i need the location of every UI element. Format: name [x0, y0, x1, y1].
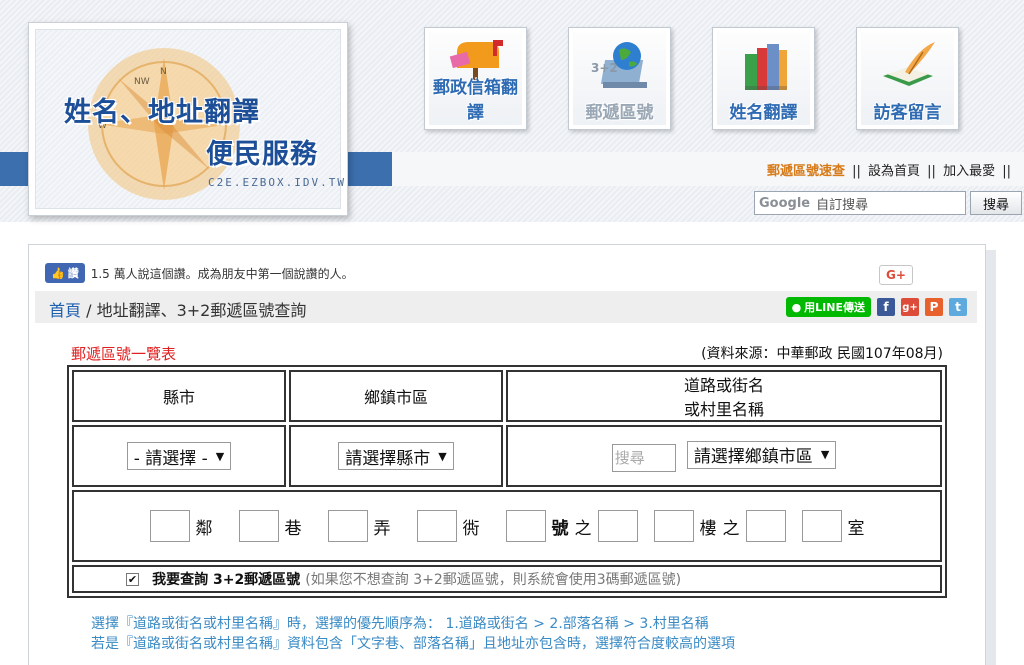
road-search-input[interactable]: 搜尋	[611, 443, 676, 472]
col-header-county: 縣市	[72, 370, 286, 422]
lin-label: 鄰	[195, 518, 213, 539]
google-plus-button[interactable]: G+	[879, 265, 913, 285]
site-logo[interactable]: NW W N 姓名、地址翻譯 便民服務 C2E.EZBOX.IDV.TW	[28, 22, 348, 216]
quill-book-icon	[883, 42, 935, 86]
number-input[interactable]	[505, 510, 546, 542]
floor-of-label: 之	[722, 518, 740, 539]
address-detail-cell: 鄰 巷 弄 衖 號 之 樓 之 室	[72, 490, 942, 562]
nav-label: 郵政信箱翻譯	[433, 78, 518, 123]
lane-input[interactable]	[238, 510, 279, 542]
room-label: 室	[847, 518, 865, 539]
books-icon	[745, 44, 787, 90]
logo-url: C2E.EZBOX.IDV.TW	[208, 176, 346, 189]
dropdown-arrow-icon: ▼	[438, 449, 447, 463]
match-note: 若是『道路或街名或村里名稱』資料包含「文字巷、部落名稱」且地址亦包含時，選擇符合…	[91, 636, 735, 652]
col-header-road: 道路或街名 或村里名稱	[506, 370, 942, 422]
line-icon: ●	[791, 300, 802, 314]
alley-label: 弄	[373, 518, 391, 539]
share-buttons: ● 用LINE傳送 f g+ P t	[785, 297, 967, 317]
col-header-town: 鄉鎮市區	[289, 370, 503, 422]
road-cell: 搜尋 請選擇鄉鎮市區 ▼	[506, 425, 942, 487]
add-favorite-link[interactable]: 加入最愛	[943, 164, 995, 179]
zip-list-title: 郵遞區號一覽表	[71, 345, 177, 363]
globe-laptop-icon: 3+2	[591, 42, 647, 88]
number-sub-input[interactable]	[597, 510, 638, 542]
priority-note: 選擇『道路或街名或村里名稱』時，選擇的優先順序為： 1.道路或街名 > 2.部落…	[91, 616, 709, 632]
number-label: 號	[551, 518, 569, 539]
facebook-share-icon[interactable]: f	[877, 298, 895, 316]
nav-zipcode[interactable]: 3+2 郵遞區號	[568, 27, 671, 130]
content-panel: 👍 讚 1.5 萬人說這個讚。成為朋友中第一個說讚的人。 G+ 首頁 / 地址翻…	[28, 244, 986, 665]
alley-input[interactable]	[327, 510, 368, 542]
top-links: 郵遞區號速查 || 設為首頁 || 加入最愛 ||	[766, 164, 1011, 179]
room-input[interactable]	[801, 510, 842, 542]
nav-label: 姓名翻譯	[729, 103, 798, 123]
nav-guestbook[interactable]: 訪客留言	[856, 27, 959, 130]
lane-label: 巷	[284, 518, 302, 539]
line-share-button[interactable]: ● 用LINE傳送	[785, 297, 871, 317]
svg-text:NW: NW	[134, 77, 150, 87]
logo-title-line1: 姓名、地址翻譯	[64, 97, 260, 128]
google-logo: Google	[759, 195, 811, 211]
town-select[interactable]: 請選擇縣市 ▼	[338, 442, 454, 470]
thumbs-up-icon: 👍	[51, 266, 65, 280]
nav-label: 訪客留言	[873, 103, 942, 123]
floor-input[interactable]	[653, 510, 694, 542]
zip32-option-cell: ✔ 我要查詢 3+2郵遞區號 (如果您不想查詢 3+2郵遞區號，則系統會使用3碼…	[72, 565, 942, 593]
svg-text:3+2: 3+2	[591, 61, 618, 75]
site-search: Google 自訂搜尋 搜尋	[754, 191, 1022, 215]
data-source: (資料來源：中華郵政 民國107年08月)	[701, 346, 943, 362]
zip32-checkbox[interactable]: ✔	[126, 573, 139, 586]
facebook-like-row: 👍 讚 1.5 萬人說這個讚。成為朋友中第一個說讚的人。	[45, 263, 354, 283]
nav-label: 郵遞區號	[585, 103, 654, 123]
county-cell: - 請選擇 - ▼	[72, 425, 286, 487]
zip-lookup-table: 縣市 鄉鎮市區 道路或街名 或村里名稱 - 請選擇 - ▼ 請選擇縣市 ▼ 搜尋…	[67, 365, 947, 598]
google-plus-share-icon[interactable]: g+	[901, 298, 919, 316]
dropdown-arrow-icon: ▼	[820, 448, 830, 461]
plurk-share-icon[interactable]: P	[925, 298, 943, 316]
sub-alley-input[interactable]	[416, 510, 457, 542]
search-input[interactable]: Google 自訂搜尋	[754, 191, 966, 215]
dropdown-arrow-icon: ▼	[215, 449, 225, 463]
zip32-note: (如果您不想查詢 3+2郵遞區號，則系統會使用3碼郵遞區號)	[305, 572, 682, 588]
logo-title-line2: 便民服務	[206, 139, 318, 170]
nav-pobox-translate[interactable]: 郵政信箱翻譯	[424, 27, 527, 130]
floor-sub-input[interactable]	[745, 510, 786, 542]
facebook-like-button[interactable]: 👍 讚	[45, 263, 85, 283]
twitter-share-icon[interactable]: t	[949, 298, 967, 316]
search-button[interactable]: 搜尋	[970, 191, 1022, 215]
floor-label: 樓	[699, 518, 717, 539]
breadcrumb-bar: 首頁 / 地址翻譯、3+2郵遞區號查詢 ● 用LINE傳送 f g+ P t	[35, 291, 977, 323]
zip32-label[interactable]: 我要查詢 3+2郵遞區號	[152, 572, 300, 588]
svg-text:N: N	[160, 67, 167, 77]
like-count-text: 1.5 萬人說這個讚。成為朋友中第一個說讚的人。	[90, 266, 354, 281]
breadcrumb: 首頁 / 地址翻譯、3+2郵遞區號查詢	[49, 301, 307, 320]
number-of-label: 之	[574, 518, 592, 539]
road-select[interactable]: 請選擇鄉鎮市區 ▼	[686, 440, 837, 469]
nav-name-translate[interactable]: 姓名翻譯	[712, 27, 815, 130]
breadcrumb-current: 地址翻譯、3+2郵遞區號查詢	[96, 301, 307, 320]
zip-quick-link[interactable]: 郵遞區號速查	[767, 164, 845, 179]
town-cell: 請選擇縣市 ▼	[289, 425, 503, 487]
address-detail-row: 鄰 巷 弄 衖 號 之 樓 之 室	[74, 510, 940, 542]
sub-alley-label: 衖	[462, 518, 480, 539]
county-select[interactable]: - 請選擇 - ▼	[126, 442, 232, 470]
lin-input[interactable]	[149, 510, 190, 542]
breadcrumb-home-link[interactable]: 首頁	[49, 301, 81, 320]
search-placeholder: 自訂搜尋	[816, 197, 869, 213]
set-home-link[interactable]: 設為首頁	[868, 164, 920, 179]
